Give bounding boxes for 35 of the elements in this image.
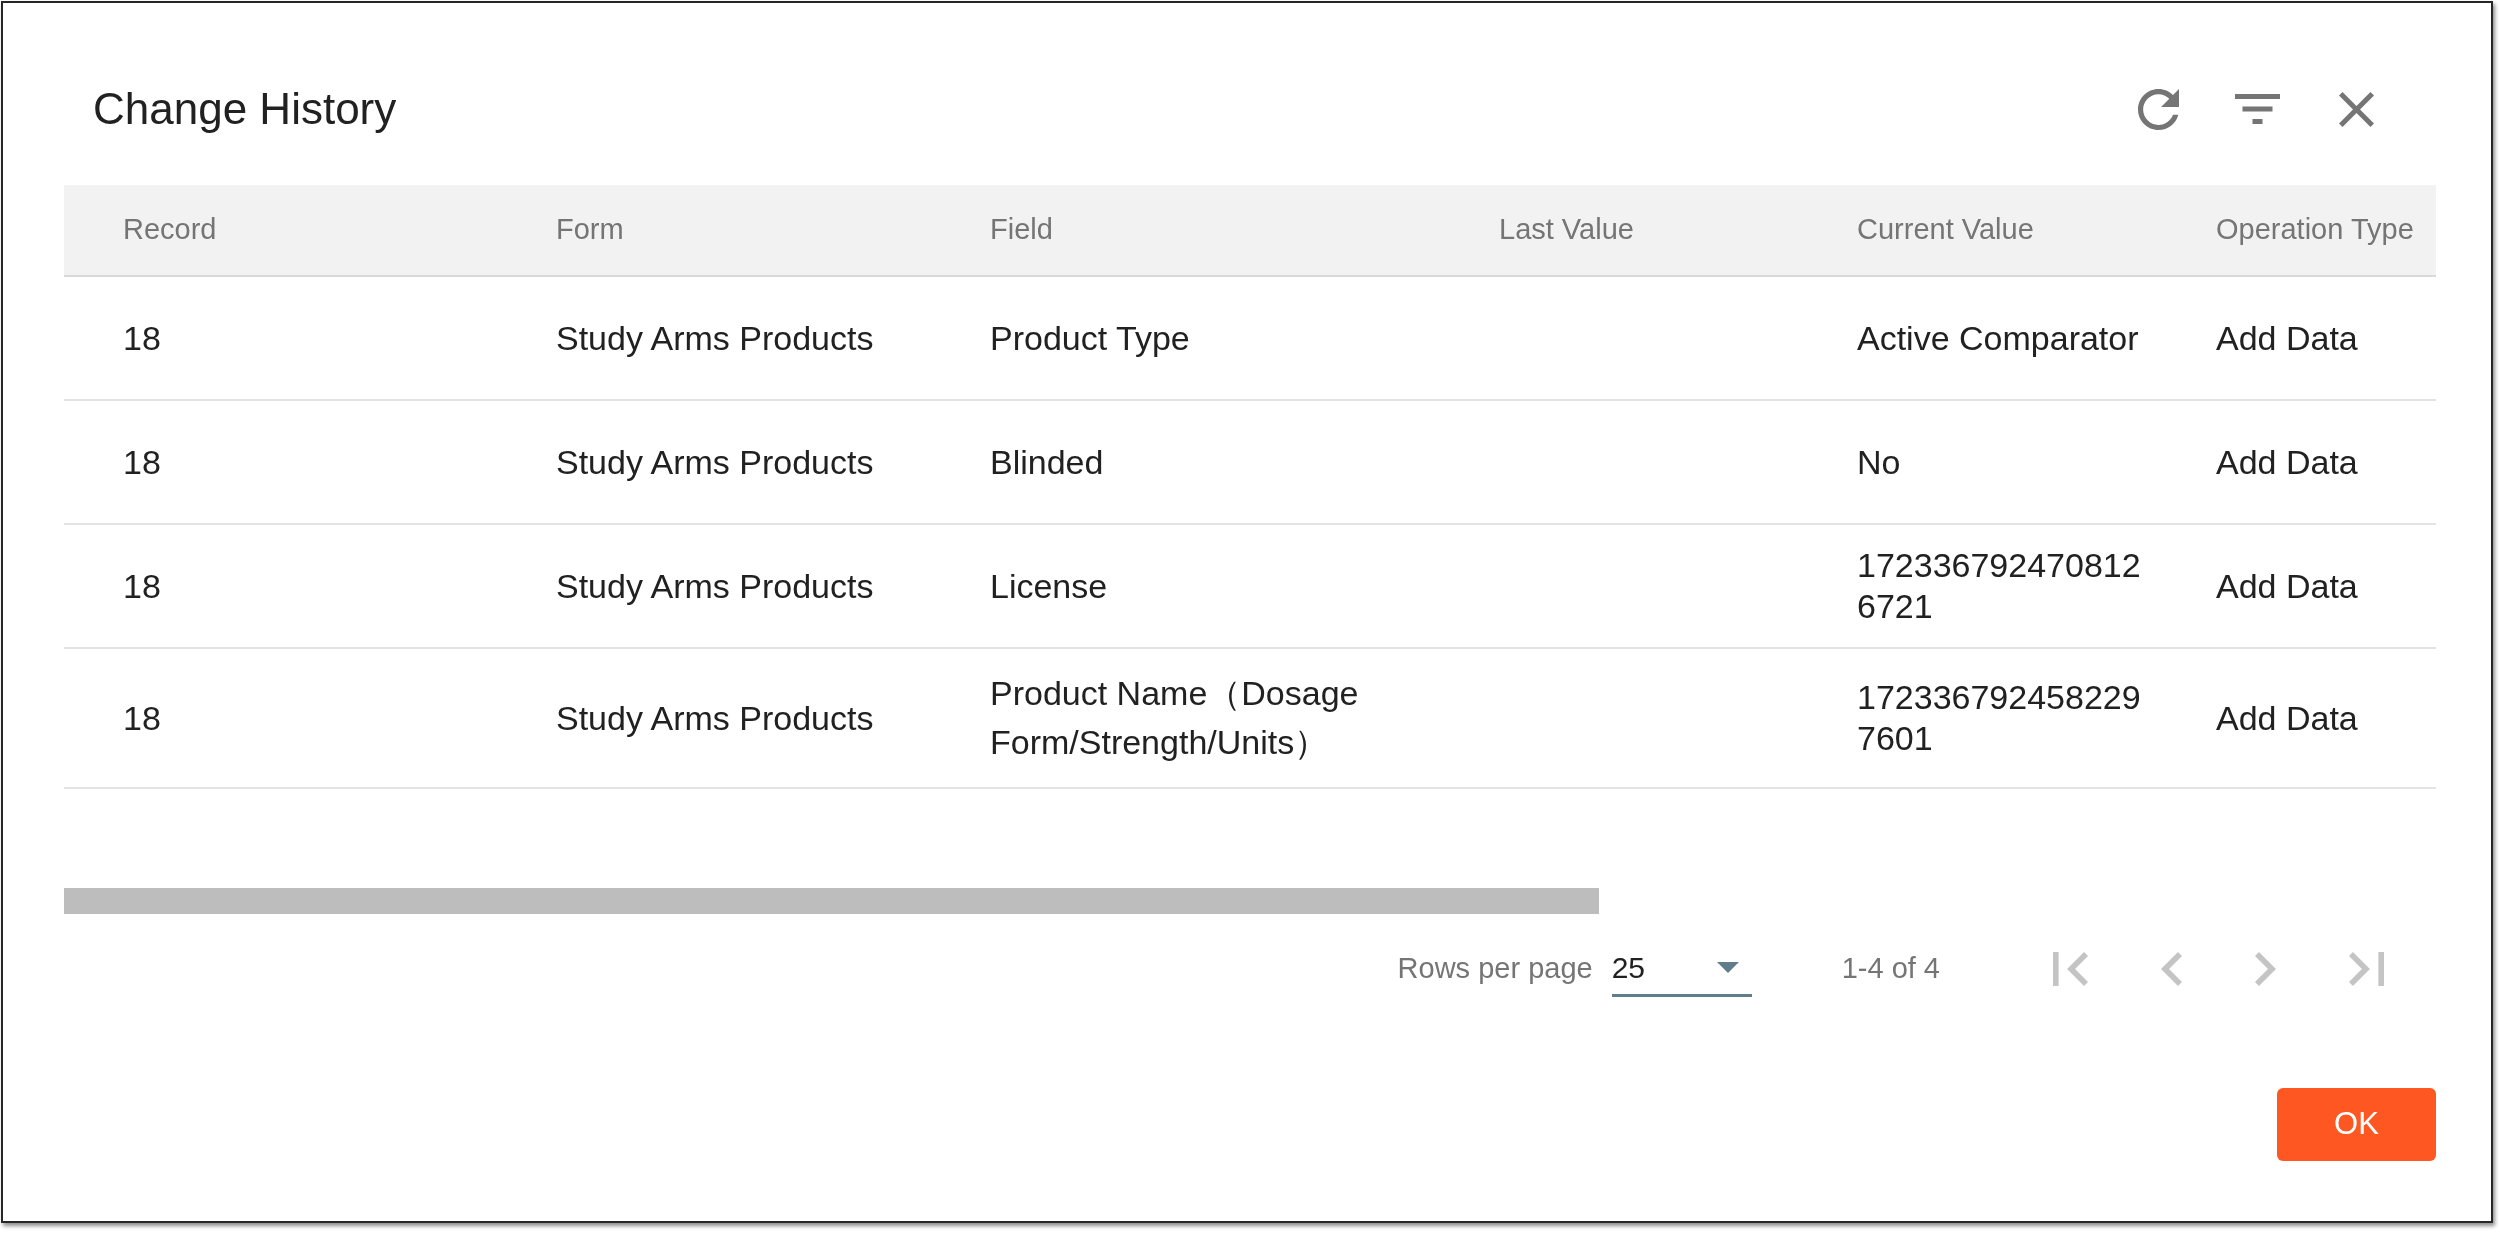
refresh-icon[interactable]	[2138, 88, 2179, 130]
table-cell: Study Arms Products	[556, 441, 874, 483]
table-cell: Add Data	[2216, 441, 2358, 483]
table-cell-text: Active Comparator	[1857, 317, 2140, 359]
table-cell: Study Arms Products	[556, 565, 874, 607]
scrollbar-thumb[interactable]	[64, 888, 1599, 914]
column-header: Field	[990, 213, 1053, 246]
table-cell: 18	[123, 697, 161, 739]
table-cell-text: Product Name（Dosage Form/Strength/Units）	[990, 673, 1360, 763]
table-cell-text: Blinded	[990, 441, 1104, 483]
dialog-title: Change History	[93, 83, 397, 135]
table-cell: Add Data	[2216, 565, 2358, 607]
filter-icon[interactable]	[2235, 94, 2280, 124]
column-header: Current Value	[1857, 213, 2034, 246]
table-cell: Study Arms Products	[556, 317, 874, 359]
column-header: Form	[556, 213, 624, 246]
table-cell-text: 1723367924582297601	[1857, 677, 2142, 759]
page-range: 1-4 of 4	[1841, 951, 1940, 987]
column-header: Record	[123, 213, 217, 246]
column-header: Last Value	[1499, 213, 1634, 246]
rows-per-page-label: Rows per page	[1397, 951, 1593, 987]
table-cell-text: License	[990, 565, 1108, 607]
rows-per-page-select[interactable]: 25	[1611, 941, 1752, 997]
table-cell: 18	[123, 317, 161, 359]
table-cell-text: Product Type	[990, 317, 1190, 359]
table-cell-text: 1723367924708126721	[1857, 545, 2142, 627]
table-cell: Study Arms Products	[556, 697, 874, 739]
caret-icon[interactable]	[1716, 962, 1739, 973]
table-cell-text: No	[1857, 441, 1902, 483]
table-cell: Add Data	[2216, 697, 2358, 739]
table-cell: 18	[123, 441, 161, 483]
column-header: Operation Type	[2216, 213, 2414, 246]
table-cell: Add Data	[2216, 317, 2358, 359]
close-icon[interactable]	[2339, 91, 2374, 127]
table-cell: 18	[123, 565, 161, 607]
